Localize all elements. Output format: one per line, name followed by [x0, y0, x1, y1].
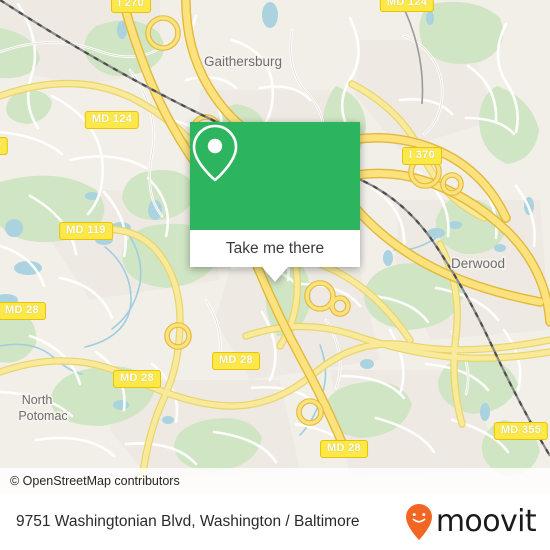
footer-bar: 9751 Washingtonian Blvd, Washington / Ba… — [0, 494, 550, 550]
map-canvas[interactable]: Gaithersburg Derwood North Potomac I 270… — [0, 0, 550, 494]
location-pin-icon — [192, 124, 238, 182]
moovit-smiley-pin-icon — [405, 504, 432, 540]
highway-shield: MD 119 — [59, 222, 113, 240]
highway-shield: MD 355 — [493, 422, 549, 440]
highway-shield: MD 28 — [320, 440, 368, 458]
place-label: Derwood — [451, 256, 505, 271]
address-label: 9751 Washingtonian Blvd, Washington / Ba… — [16, 513, 360, 530]
popup-pin-area — [190, 122, 360, 230]
take-me-there-button[interactable]: Take me there — [190, 230, 360, 267]
moovit-wordmark: moovit — [435, 504, 537, 539]
highway-shield: 9 — [0, 137, 9, 155]
attribution-text: © OpenStreetMap contributors — [10, 474, 180, 488]
place-label: Potomac — [18, 409, 67, 423]
map-attribution: © OpenStreetMap contributors — [0, 468, 550, 494]
highway-shield: MD 28 — [212, 352, 260, 370]
highway-shield: I 270 — [111, 0, 151, 13]
highway-shield: MD 124 — [379, 0, 435, 12]
highway-shield: MD 28 — [113, 370, 161, 388]
take-me-there-label: Take me there — [225, 239, 325, 257]
moovit-logo[interactable]: moovit — [404, 503, 537, 541]
popup-pointer — [262, 267, 288, 282]
place-label: Gaithersburg — [204, 54, 282, 69]
highway-shield: I 370 — [402, 147, 442, 165]
highway-shield: MD 124 — [84, 111, 140, 129]
place-label: North — [22, 393, 53, 407]
moovit-map-screenshot: Gaithersburg Derwood North Potomac I 270… — [0, 0, 550, 550]
location-popup-card[interactable]: Take me there — [190, 122, 360, 282]
highway-shield: MD 28 — [0, 302, 46, 320]
